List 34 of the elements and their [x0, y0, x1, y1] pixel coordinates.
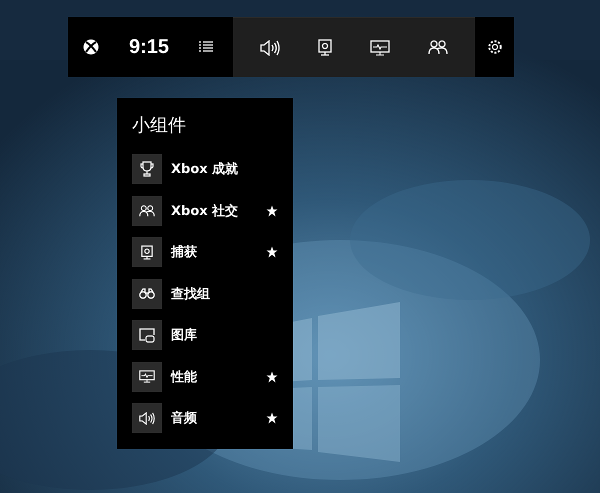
- settings-icon[interactable]: [486, 39, 502, 55]
- star-icon[interactable]: [266, 412, 278, 424]
- widget-name[interactable]: Xbox 社交: [171, 202, 265, 220]
- star-icon[interactable]: [266, 246, 278, 258]
- widget-icon-tile[interactable]: [132, 154, 162, 184]
- star-icon[interactable]: [266, 370, 278, 382]
- widget-name[interactable]: 音频: [171, 409, 265, 427]
- widget-name[interactable]: 捕获: [171, 243, 265, 261]
- widget-name[interactable]: Xbox 成就: [171, 160, 265, 178]
- clock-time: 9:15: [128, 36, 170, 58]
- widget-icon-tile[interactable]: [132, 196, 162, 226]
- people-icon: [139, 204, 155, 216]
- widget-icon-tile[interactable]: [132, 403, 162, 433]
- widget-name[interactable]: 查找组: [171, 284, 265, 302]
- monitor-icon: [139, 370, 155, 383]
- webcam-icon: [141, 244, 153, 260]
- gallery-icon: [139, 328, 155, 342]
- widget-name[interactable]: 图库: [171, 326, 265, 344]
- menu-icon[interactable]: [199, 41, 213, 53]
- trophy-icon: [140, 161, 154, 177]
- panel-title: 小组件: [132, 114, 187, 138]
- widget-icon-tile[interactable]: [132, 278, 162, 308]
- widget-icon-tile[interactable]: [132, 362, 162, 392]
- xbox-logo-icon[interactable]: [83, 39, 99, 55]
- people-icon[interactable]: [428, 40, 448, 55]
- webcam-icon[interactable]: [318, 39, 332, 56]
- speaker-icon: [139, 412, 155, 424]
- star-icon[interactable]: [266, 204, 278, 216]
- monitor-icon[interactable]: [370, 40, 390, 56]
- widget-name[interactable]: 性能: [171, 368, 265, 386]
- speaker-icon[interactable]: [260, 40, 280, 56]
- widget-icon-tile[interactable]: [132, 320, 162, 350]
- widget-icon-tile[interactable]: [132, 237, 162, 267]
- binoculars-icon: [139, 288, 155, 299]
